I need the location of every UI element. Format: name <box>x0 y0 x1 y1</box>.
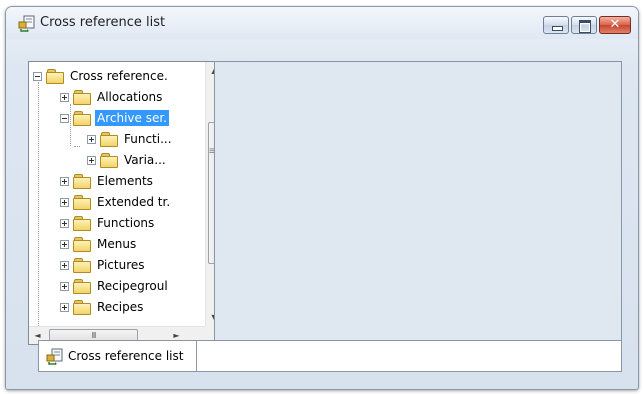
tree-item[interactable]: Recipegroul <box>60 276 170 296</box>
tree-item[interactable]: Elements <box>60 171 155 191</box>
cross-reference-icon <box>18 15 35 32</box>
tree-item[interactable]: Pictures <box>60 255 147 275</box>
collapse-icon[interactable] <box>33 71 42 81</box>
tree-item-selected[interactable]: Archive ser. <box>60 108 169 128</box>
minimize-button[interactable] <box>543 16 569 34</box>
tree-item[interactable]: Varia... <box>87 150 168 170</box>
expand-icon[interactable] <box>60 239 69 249</box>
tree-root[interactable]: Cross reference. <box>33 66 170 86</box>
tab-cross-reference-list[interactable]: Cross reference list <box>39 341 197 371</box>
tree-item-label: Recipegroul <box>97 279 168 293</box>
window-title: Cross reference list <box>40 15 166 30</box>
expand-icon[interactable] <box>60 176 69 186</box>
folder-icon <box>73 195 91 210</box>
tree-item-label: Elements <box>97 174 153 188</box>
maximize-button[interactable] <box>571 16 597 34</box>
tree-item[interactable]: Extended tr. <box>60 192 172 212</box>
folder-icon <box>73 279 91 294</box>
expand-icon[interactable] <box>60 92 69 102</box>
tree-item-label: Allocations <box>97 90 163 104</box>
folder-icon <box>100 153 118 168</box>
folder-icon <box>46 69 64 84</box>
tree-item-label: Functions <box>97 216 155 230</box>
tree-item-label: Varia... <box>124 153 166 167</box>
tree-item[interactable]: Allocations <box>60 87 164 107</box>
tree-item[interactable]: Menus <box>60 234 138 254</box>
folder-open-icon <box>73 111 91 126</box>
detail-panel[interactable] <box>214 61 622 345</box>
close-icon: ✕ <box>609 17 621 32</box>
expand-icon[interactable] <box>60 281 69 291</box>
folder-icon <box>73 300 91 315</box>
expand-icon[interactable] <box>60 260 69 270</box>
folder-icon <box>73 90 91 105</box>
tree-item-label: Pictures <box>97 258 145 272</box>
tab-label: Cross reference list <box>68 349 184 363</box>
collapse-icon[interactable] <box>60 113 69 123</box>
tree-root-label: Cross reference. <box>70 69 168 83</box>
tree-item-label: Menus <box>97 237 137 251</box>
expand-icon[interactable] <box>87 134 96 144</box>
tree-item[interactable]: Functions <box>60 213 156 233</box>
close-button[interactable]: ✕ <box>599 16 631 34</box>
expand-icon[interactable] <box>60 302 69 312</box>
folder-icon <box>73 174 91 189</box>
folder-icon <box>73 216 91 231</box>
expand-icon[interactable] <box>60 197 69 207</box>
folder-icon <box>100 132 118 147</box>
cross-reference-icon <box>46 348 63 365</box>
expand-icon[interactable] <box>87 155 96 165</box>
caption-buttons: ✕ <box>543 16 631 34</box>
tree-item-label: Archive ser. <box>95 110 169 126</box>
tree-panel: Cross reference. Allocations Archive ser… <box>28 61 223 345</box>
tab-strip: Cross reference list <box>38 340 622 372</box>
title-bar[interactable]: Cross reference list ✕ <box>6 7 638 39</box>
tree-item-label: Recipes <box>97 300 144 314</box>
folder-icon <box>73 237 91 252</box>
folder-icon <box>73 258 91 273</box>
expand-icon[interactable] <box>60 218 69 228</box>
tree-item[interactable]: Recipes <box>60 297 145 317</box>
tree-view[interactable]: Cross reference. Allocations Archive ser… <box>29 62 205 326</box>
tree-item[interactable]: Functi... <box>87 129 174 149</box>
tree-item-label: Extended tr. <box>97 195 171 209</box>
tree-item-label: Functi... <box>124 132 172 146</box>
